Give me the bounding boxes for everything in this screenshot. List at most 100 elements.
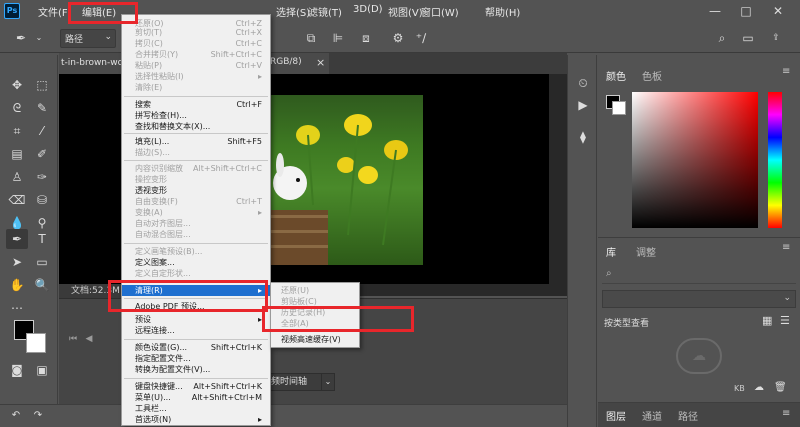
paint-bucket-tool-icon[interactable]: ⛁ [31, 190, 53, 210]
menu-item-preferences[interactable]: 首选项(N) ▸ [122, 414, 270, 425]
path-alignment-icon[interactable]: ⊫ [330, 30, 346, 46]
rectangle-tool-icon[interactable]: ▭ [31, 252, 53, 272]
brush-tool-icon[interactable]: ✐ [31, 144, 53, 164]
convert-frame-icon[interactable]: ↶ [8, 408, 24, 424]
menu-item-perspective-warp[interactable]: 透视变形 [122, 185, 270, 196]
menu-item-presets[interactable]: 预设 ▸ [122, 314, 270, 325]
menu-item-cut[interactable]: 剪切(T) Ctrl+X [122, 27, 270, 38]
panel-menu-icon[interactable]: ≡ [782, 408, 790, 419]
healing-brush-tool-icon[interactable]: ▤ [6, 144, 28, 164]
menu-view[interactable]: 视图(V) [388, 4, 423, 19]
tab-paths[interactable]: 路径 [678, 408, 698, 423]
menu-file[interactable]: 文件(F) [38, 4, 72, 19]
menu-item-define-pattern[interactable]: 定义图案... [122, 257, 270, 268]
menu-item-auto-blend-layers[interactable]: 自动混合图层... [122, 229, 270, 240]
pen-tool-icon[interactable]: ✒ [6, 229, 28, 249]
panel-menu-icon[interactable]: ≡ [782, 66, 790, 77]
cloud-sync-icon[interactable]: ☁ [754, 382, 764, 393]
workspace-icon[interactable]: ▭ [740, 30, 756, 46]
tab-adjustments[interactable]: 调整 [636, 244, 656, 259]
render-icon[interactable]: ↷ [30, 408, 46, 424]
menu-item-find-replace[interactable]: 查找和替换文本(X)... [122, 121, 270, 132]
library-search-field[interactable]: ⌕ [602, 266, 796, 284]
quick-mask-icon[interactable]: ◙ [6, 360, 28, 380]
history-panel-icon[interactable]: ⏲ [574, 75, 592, 91]
properties-panel-icon[interactable]: ⧫ [574, 129, 592, 145]
actions-play-icon[interactable]: ▶ [574, 97, 592, 113]
menu-item-free-transform[interactable]: 自由变换(F) Ctrl+T [122, 196, 270, 207]
background-color-swatch[interactable] [612, 101, 626, 115]
clone-stamp-tool-icon[interactable]: ♙ [6, 167, 28, 187]
menu-item-convert-to-profile[interactable]: 转换为配置文件(V)... [122, 364, 270, 375]
menu-item-stroke[interactable]: 描边(S)... [122, 147, 270, 158]
menu-item-paste[interactable]: 粘贴(P) Ctrl+V [122, 60, 270, 71]
eraser-tool-icon[interactable]: ⌫ [6, 190, 28, 210]
view-by-type-label[interactable]: 按类型查看 [604, 316, 649, 329]
maximize-button[interactable]: □ [736, 2, 756, 20]
menu-item-assign-profile[interactable]: 指定配置文件... [122, 353, 270, 364]
auto-add-delete-icon[interactable]: ⁺∕ [413, 30, 429, 46]
screen-mode-icon[interactable]: ▣ [31, 360, 53, 380]
tab-layers[interactable]: 图层 [606, 408, 626, 423]
path-operations-icon[interactable]: ⧉ [303, 30, 319, 46]
delete-icon[interactable]: 🗑 [774, 382, 787, 393]
tab-channels[interactable]: 通道 [642, 408, 662, 423]
library-dropdown[interactable]: ⌄ [602, 290, 796, 308]
grid-view-icon[interactable]: ▦ [762, 314, 772, 327]
panel-menu-icon[interactable]: ≡ [782, 242, 790, 253]
path-selection-tool-icon[interactable]: ➤ [6, 252, 28, 272]
saturation-brightness-field[interactable] [632, 92, 758, 228]
close-window-button[interactable]: ✕ [768, 2, 788, 20]
gear-icon[interactable]: ⚙ [390, 30, 406, 46]
chevron-down-icon[interactable]: ⌄ [34, 30, 44, 46]
menu-item-clear[interactable]: 清除(E) [122, 82, 270, 93]
menu-3d[interactable]: 3D(D) [353, 4, 383, 15]
submenu-item-video-cache[interactable]: 视频高速缓存(V) [271, 334, 359, 345]
menu-item-check-spelling[interactable]: 拼写检查(H)... [122, 110, 270, 121]
menu-item-copy[interactable]: 拷贝(C) Ctrl+C [122, 38, 270, 49]
quick-selection-tool-icon[interactable]: ✎ [31, 98, 53, 118]
submenu-item-undo[interactable]: 还原(U) [271, 285, 359, 296]
hue-slider[interactable] [768, 92, 782, 228]
menu-item-fill[interactable]: 填充(L)... Shift+F5 [122, 136, 270, 147]
path-mode-dropdown[interactable]: 路径 ⌄ [60, 29, 116, 48]
menu-window[interactable]: 窗口(W) [421, 4, 459, 19]
menu-item-menus[interactable]: 菜单(U)... Alt+Shift+Ctrl+M [122, 392, 270, 403]
more-tools-icon[interactable]: ⋯ [6, 298, 28, 318]
pen-tool-icon[interactable]: ✒ [12, 30, 30, 46]
marquee-tool-icon[interactable]: ⬚ [31, 75, 53, 95]
menu-item-puppet-warp[interactable]: 操控变形 [122, 174, 270, 185]
menu-select[interactable]: 选择(S) [276, 4, 310, 19]
menu-item-remote-connections[interactable]: 远程连接... [122, 325, 270, 336]
crop-tool-icon[interactable]: ⌗ [6, 121, 28, 141]
menu-item-copy-merged[interactable]: 合并拷贝(Y) Shift+Ctrl+C [122, 49, 270, 60]
menu-item-define-brush[interactable]: 定义画笔预设(B)... [122, 246, 270, 257]
eyedropper-tool-icon[interactable]: ⁄ [31, 121, 53, 141]
menu-item-transform[interactable]: 变换(A) ▸ [122, 207, 270, 218]
tab-libraries[interactable]: 库 [606, 244, 616, 259]
share-icon[interactable]: ⇪ [768, 30, 784, 46]
lasso-tool-icon[interactable]: ᘓ [6, 98, 28, 118]
menu-item-search[interactable]: 搜索 Ctrl+F [122, 99, 270, 110]
tab-swatches[interactable]: 色板 [642, 68, 662, 83]
menu-item-auto-align-layers[interactable]: 自动对齐图层... [122, 218, 270, 229]
menu-item-define-custom-shape[interactable]: 定义自定形状... [122, 268, 270, 279]
tab-color[interactable]: 颜色 [606, 68, 626, 83]
menu-help[interactable]: 帮助(H) [485, 4, 520, 19]
move-tool-icon[interactable]: ✥ [6, 75, 28, 95]
search-icon[interactable]: ⌕ [714, 30, 730, 46]
menu-filter[interactable]: 滤镜(T) [308, 4, 342, 19]
close-tab-icon[interactable]: × [316, 56, 325, 69]
type-tool-icon[interactable]: T [31, 229, 53, 249]
history-brush-tool-icon[interactable]: ✑ [31, 167, 53, 187]
menu-item-content-aware-scale[interactable]: 内容识别缩放 Alt+Shift+Ctrl+C [122, 163, 270, 174]
zoom-tool-icon[interactable]: 🔍 [31, 275, 53, 295]
list-view-icon[interactable]: ☰ [780, 314, 790, 327]
previous-frame-icon[interactable]: ◀ [83, 331, 95, 347]
menu-item-keyboard-shortcuts[interactable]: 键盘快捷键... Alt+Shift+Ctrl+K [122, 381, 270, 392]
background-color-swatch[interactable] [26, 333, 46, 353]
path-arrangement-icon[interactable]: ⧈ [358, 30, 374, 46]
menu-item-color-settings[interactable]: 颜色设置(G)... Shift+Ctrl+K [122, 342, 270, 353]
go-to-first-frame-icon[interactable]: ⏮ [67, 331, 79, 347]
menu-item-paste-special[interactable]: 选择性粘贴(I) ▸ [122, 71, 270, 82]
